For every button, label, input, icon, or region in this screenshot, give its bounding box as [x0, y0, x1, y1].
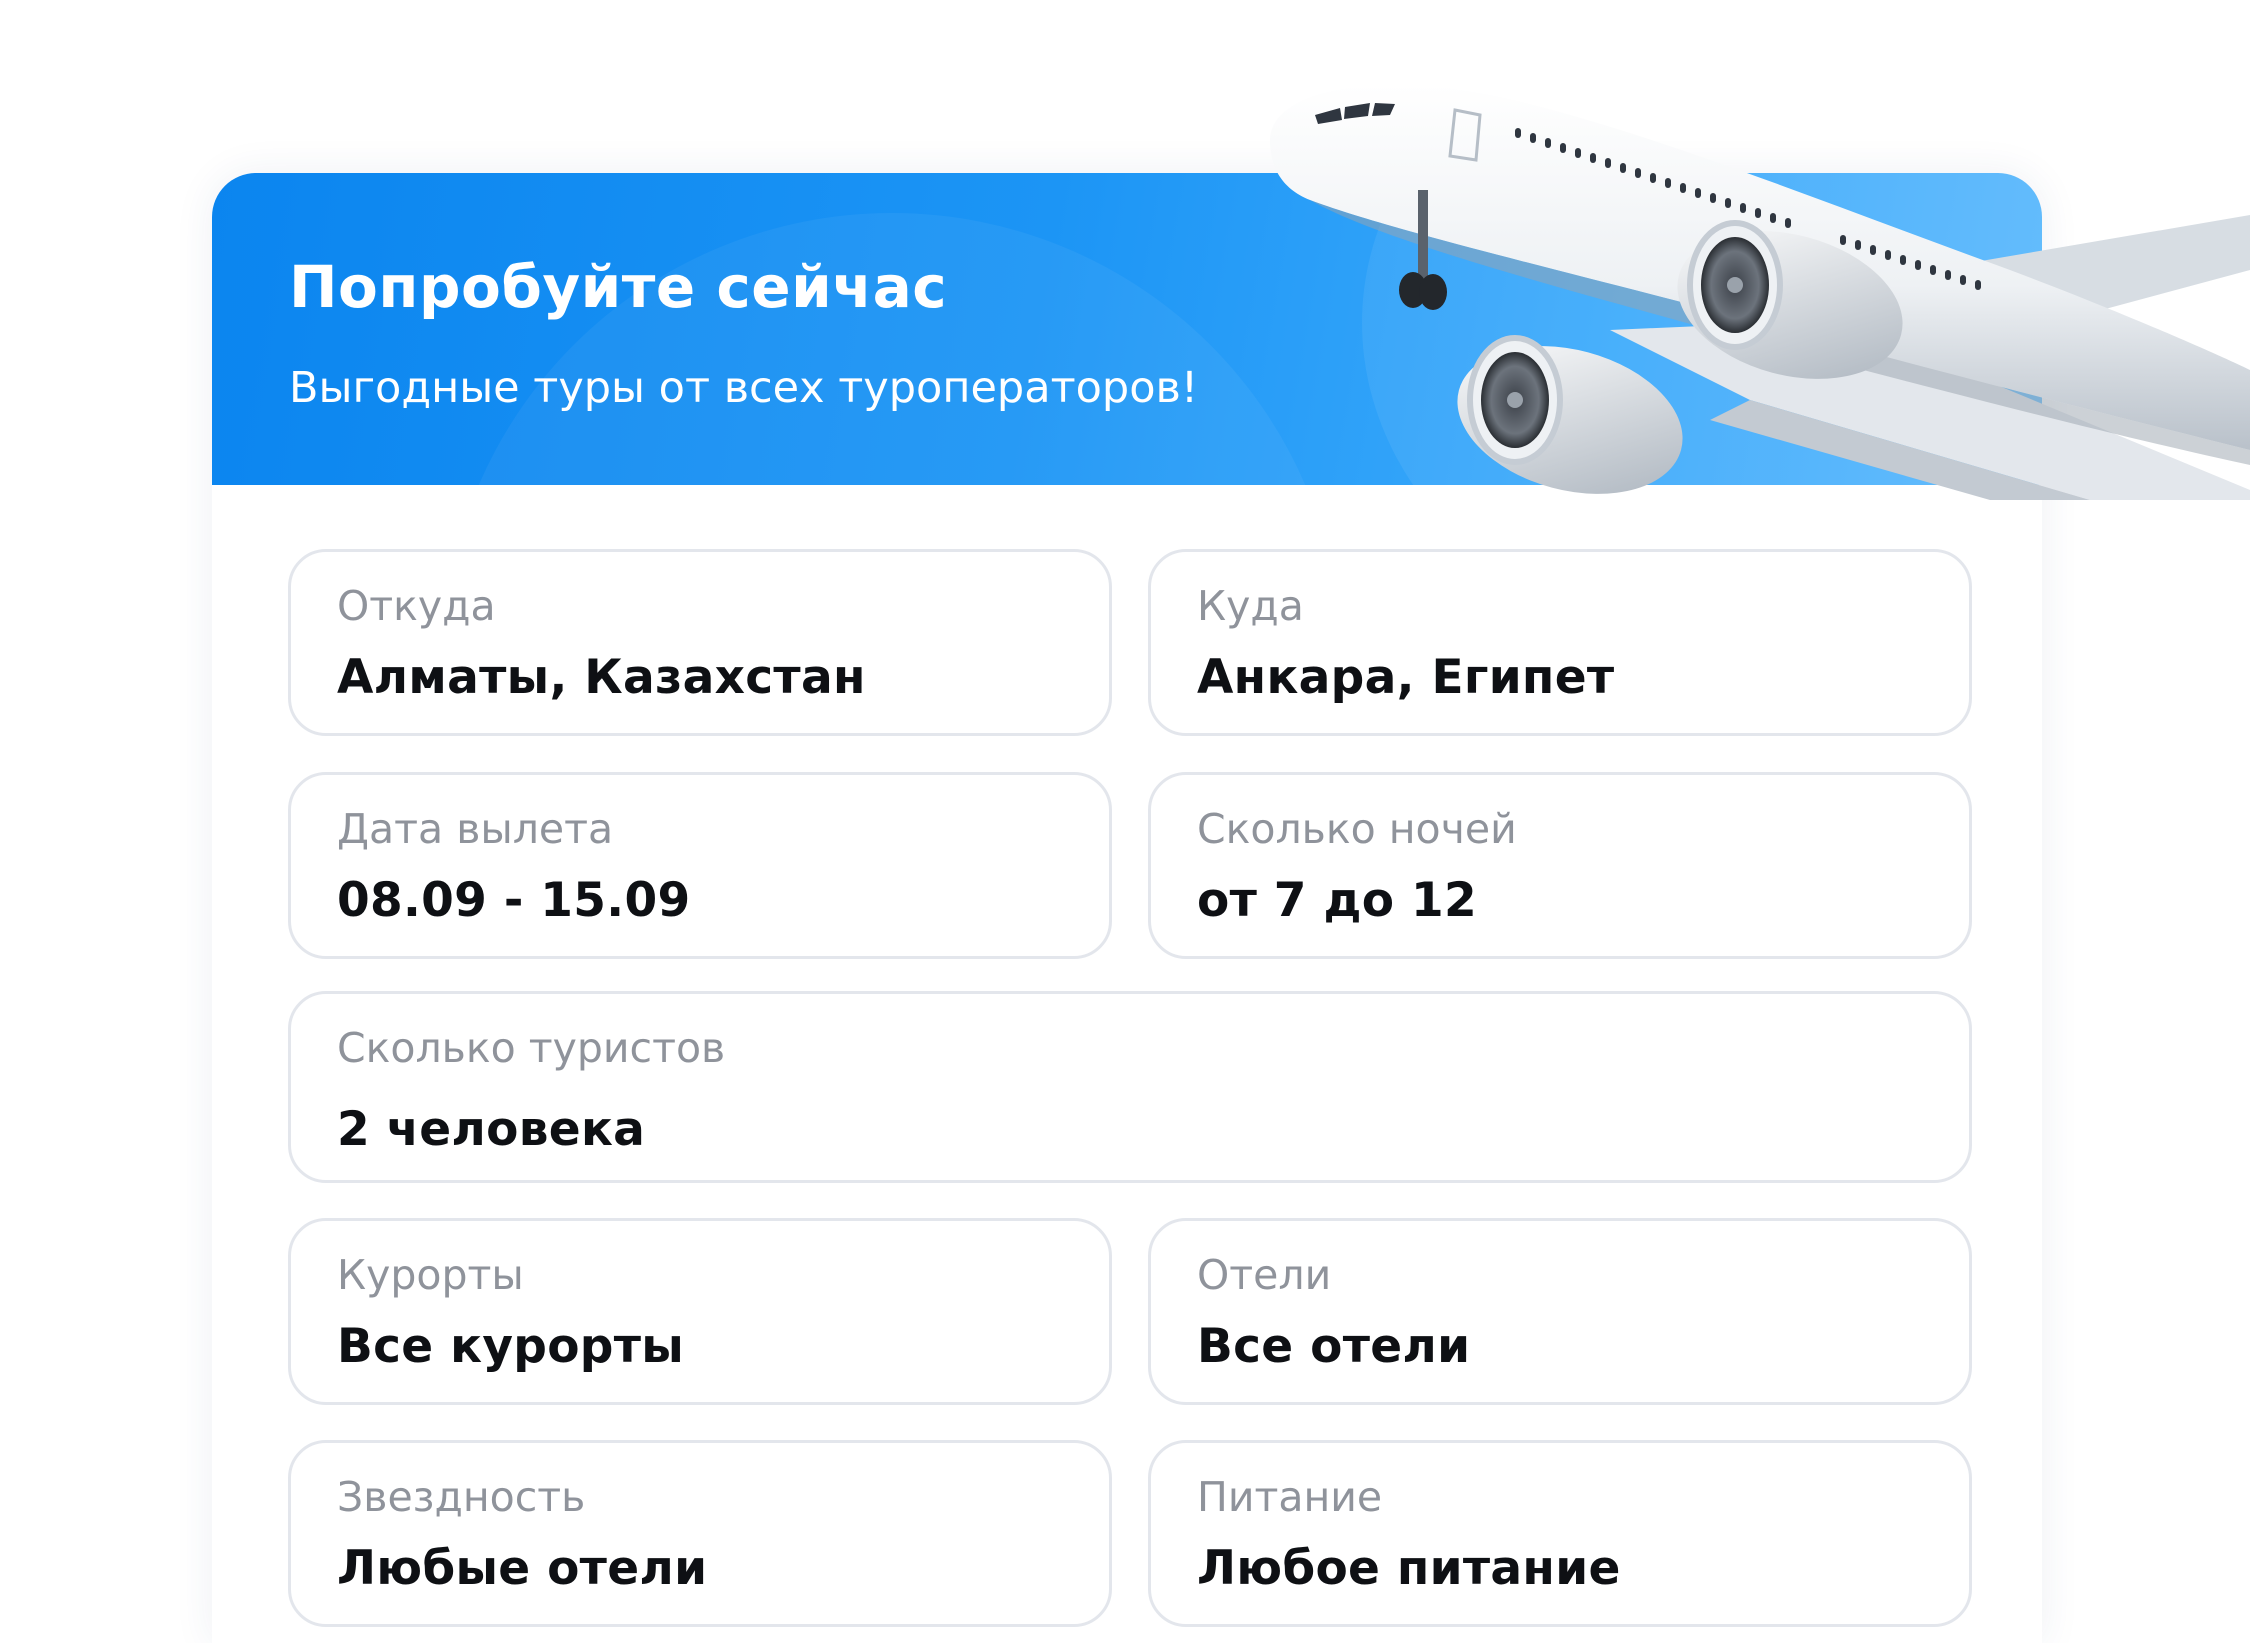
- meals-field[interactable]: Питание Любое питание: [1148, 1440, 1972, 1627]
- departure-date-value: 08.09 - 15.09: [337, 873, 691, 928]
- departure-date-field[interactable]: Дата вылета 08.09 - 15.09: [288, 772, 1112, 959]
- resorts-label: Курорты: [337, 1251, 524, 1299]
- meals-value: Любое питание: [1197, 1541, 1621, 1596]
- nights-value: от 7 до 12: [1197, 873, 1477, 928]
- to-field[interactable]: Куда Анкара, Египет: [1148, 549, 1972, 736]
- airplane-icon: [1270, 84, 2250, 500]
- meals-label: Питание: [1197, 1473, 1383, 1521]
- hotels-field[interactable]: Отели Все отели: [1148, 1218, 1972, 1405]
- stars-field[interactable]: Звездность Любые отели: [288, 1440, 1112, 1627]
- hotels-label: Отели: [1197, 1251, 1332, 1299]
- tourists-label: Сколько туристов: [337, 1024, 726, 1072]
- stars-value: Любые отели: [337, 1541, 708, 1596]
- to-label: Куда: [1197, 582, 1304, 630]
- from-field[interactable]: Откуда Алматы, Казахстан: [288, 549, 1112, 736]
- nights-label: Сколько ночей: [1197, 805, 1517, 853]
- nights-field[interactable]: Сколько ночей от 7 до 12: [1148, 772, 1972, 959]
- departure-date-label: Дата вылета: [337, 805, 614, 853]
- resorts-field[interactable]: Курорты Все курорты: [288, 1218, 1112, 1405]
- hero-title: Попробуйте сейчас: [289, 253, 948, 321]
- hero-subtitle: Выгодные туры от всех туроператоров!: [289, 363, 1199, 413]
- tourists-field[interactable]: Сколько туристов 2 человека: [288, 991, 1972, 1183]
- to-value: Анкара, Египет: [1197, 650, 1615, 705]
- from-label: Откуда: [337, 582, 496, 630]
- resorts-value: Все курорты: [337, 1319, 685, 1374]
- tourists-value: 2 человека: [337, 1102, 646, 1157]
- stars-label: Звездность: [337, 1473, 586, 1521]
- hotels-value: Все отели: [1197, 1319, 1471, 1374]
- from-value: Алматы, Казахстан: [337, 650, 866, 705]
